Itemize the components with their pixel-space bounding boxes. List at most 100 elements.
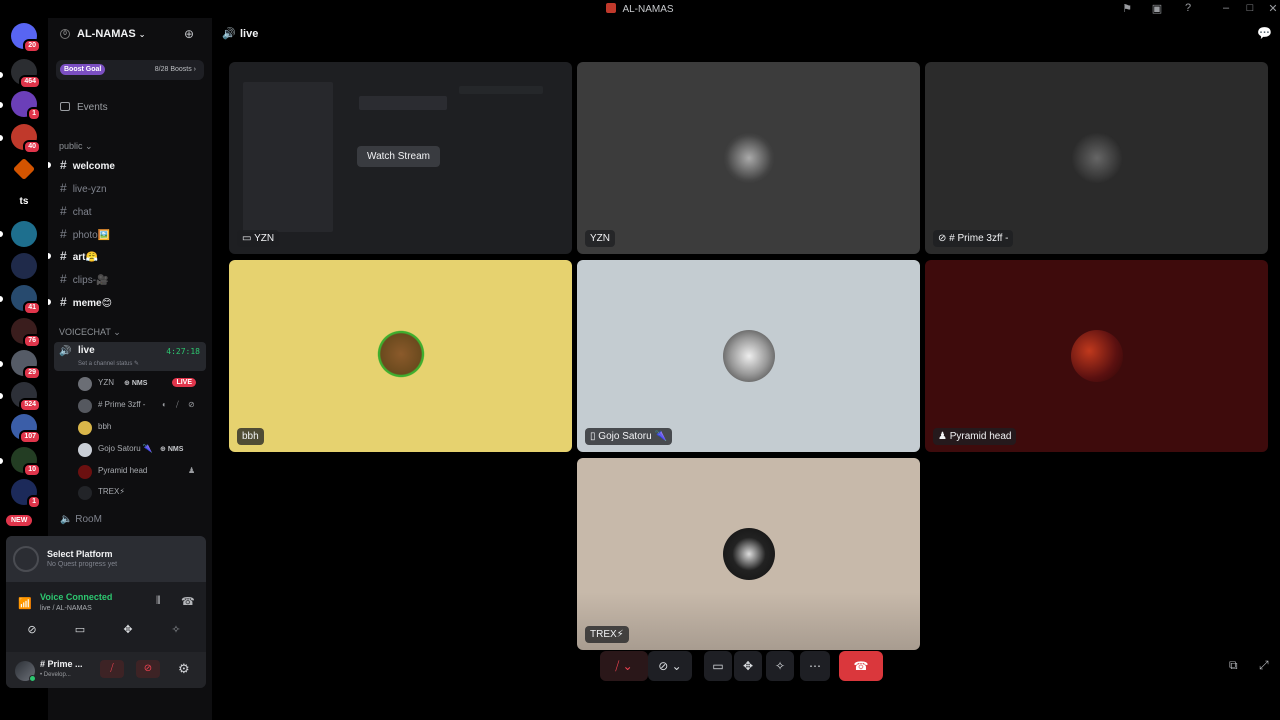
stream-preview-bar bbox=[359, 96, 447, 110]
speaker-icon: 🔈 bbox=[60, 514, 73, 525]
unread-pill bbox=[0, 135, 3, 141]
video-tile[interactable]: bbh bbox=[229, 260, 572, 452]
deafen-button[interactable]: ⊘ bbox=[136, 660, 160, 678]
server-icon[interactable]: 76 bbox=[11, 318, 41, 348]
avatar bbox=[723, 132, 775, 184]
fullscreen-icon[interactable]: ⤢ bbox=[1259, 658, 1269, 673]
unread-pill bbox=[48, 162, 51, 168]
quest-card[interactable]: Select Platform No Quest progress yet bbox=[6, 536, 206, 582]
voice-user[interactable]: bbh bbox=[78, 420, 204, 436]
soundboard-button[interactable]: ✧ bbox=[766, 651, 794, 681]
server-icon[interactable]: 29 bbox=[11, 350, 41, 380]
server-icon-ts[interactable]: ts bbox=[11, 188, 37, 214]
voice-user[interactable]: # Prime 3zff - ◐ ⧸ ⊘ bbox=[78, 398, 204, 414]
server-header[interactable]: 0 AL-NAMAS ⌄ ⊕ bbox=[48, 18, 212, 52]
server-icon[interactable]: 464 bbox=[11, 59, 41, 89]
voice-channel-room[interactable]: 🔈 RooM bbox=[60, 514, 102, 525]
camera-toggle-button[interactable]: ⊘ ⌄ bbox=[648, 651, 692, 681]
category-voicechat[interactable]: VOICECHAT ⌄ bbox=[59, 327, 121, 338]
voice-status-subtitle[interactable]: live / AL-NAMAS bbox=[40, 605, 92, 612]
minimize-icon[interactable]: – bbox=[1219, 2, 1233, 14]
stream-tile[interactable]: Watch Stream ▭ YZN bbox=[229, 62, 572, 254]
voice-channel-name: live bbox=[78, 345, 95, 356]
noise-suppression-icon[interactable]: ⫴ bbox=[156, 595, 161, 608]
playstation-icon: ♟ bbox=[188, 466, 196, 475]
gear-icon[interactable]: ⚙ bbox=[178, 661, 190, 677]
online-status-dot bbox=[29, 675, 36, 682]
home-dm-button[interactable]: 20 bbox=[11, 23, 41, 53]
unread-pill bbox=[0, 458, 3, 464]
more-options-button[interactable]: ⋯ bbox=[800, 651, 830, 681]
video-tile[interactable]: ♟ Pyramid head bbox=[925, 260, 1268, 452]
activities-button[interactable]: ✥ bbox=[734, 651, 762, 681]
channel-live-yzn[interactable]: # live-yzn bbox=[60, 181, 107, 195]
channel-art[interactable]: # art😤 bbox=[60, 249, 98, 263]
close-icon[interactable]: ✕ bbox=[1266, 2, 1280, 15]
server-icon[interactable]: 524 bbox=[11, 382, 41, 412]
disconnect-icon[interactable]: ☎ bbox=[181, 595, 195, 608]
server-icon[interactable] bbox=[11, 253, 37, 279]
channel-status-input[interactable]: Set a channel status ✎ bbox=[78, 360, 139, 367]
new-badge[interactable]: NEW bbox=[6, 515, 33, 526]
server-status-icon: 0 bbox=[60, 29, 70, 39]
unread-pill bbox=[48, 299, 51, 305]
video-tile[interactable]: YZN bbox=[577, 62, 920, 254]
invite-people-icon[interactable]: ⊕ bbox=[184, 27, 194, 41]
guild-badge: 10 bbox=[23, 463, 41, 477]
maximize-icon[interactable]: □ bbox=[1243, 2, 1257, 14]
video-tile[interactable]: TREX⚡ bbox=[577, 458, 920, 650]
camera-off-icon: ⊘ bbox=[188, 400, 195, 409]
unread-pill bbox=[48, 253, 51, 259]
hash-icon: # bbox=[60, 158, 67, 172]
voice-user-name: Gojo Satoru 🌂 bbox=[98, 444, 153, 453]
share-screen-button[interactable]: ▭ bbox=[60, 621, 100, 639]
video-tile[interactable]: ▯ Gojo Satoru 🌂 bbox=[577, 260, 920, 452]
popout-icon[interactable]: ⧉ bbox=[1229, 658, 1238, 673]
tile-name-tag: bbh bbox=[237, 428, 264, 445]
voice-user[interactable]: Gojo Satoru 🌂 ⊕ NMS bbox=[78, 442, 204, 458]
window-title: AL-NAMAS bbox=[0, 3, 1280, 15]
guild-badge: 524 bbox=[19, 398, 41, 412]
channel-photo[interactable]: # photo🖼️ bbox=[60, 227, 110, 241]
inbox-flag-icon[interactable]: ⚑ bbox=[1120, 2, 1134, 15]
channel-meme[interactable]: # meme😊 bbox=[60, 295, 112, 309]
server-icon[interactable]: 41 bbox=[11, 285, 41, 315]
mute-button[interactable]: ⧸ bbox=[100, 660, 124, 678]
camera-toggle-button[interactable]: ⊘ bbox=[12, 621, 52, 639]
server-icon[interactable] bbox=[11, 221, 37, 247]
server-icon[interactable]: 10 bbox=[11, 447, 41, 477]
share-screen-button[interactable]: ▭ bbox=[704, 651, 732, 681]
tile-name-tag: ⊘ # Prime 3zff - bbox=[933, 230, 1014, 247]
category-public[interactable]: public ⌄ bbox=[59, 141, 93, 152]
server-icon[interactable]: 1 bbox=[11, 91, 41, 121]
server-icon[interactable]: 107 bbox=[11, 414, 41, 444]
mute-mic-button[interactable]: ⧸ ⌄ bbox=[600, 651, 648, 681]
soundboard-button[interactable]: ✧ bbox=[156, 621, 196, 639]
channel-clips[interactable]: # clips-🎥 bbox=[60, 272, 108, 286]
chat-bubble-icon[interactable]: 💬 bbox=[1257, 26, 1272, 40]
channel-chat[interactable]: # chat bbox=[60, 204, 92, 218]
username: # Prime ... bbox=[40, 659, 83, 669]
avatar bbox=[78, 421, 92, 435]
server-icon[interactable]: 1 bbox=[11, 479, 41, 509]
inbox-icon[interactable]: ▣ bbox=[1150, 2, 1164, 15]
events-link[interactable]: Events bbox=[60, 102, 108, 113]
boost-goal-bar[interactable]: Boost Goal 8/28 Boosts › bbox=[56, 60, 204, 80]
hash-icon: # bbox=[60, 227, 67, 241]
help-icon[interactable]: ? bbox=[1181, 2, 1195, 14]
connection-signal-icon[interactable]: 📶 bbox=[18, 597, 32, 610]
end-call-button[interactable]: ☎ bbox=[839, 651, 883, 681]
voice-user[interactable]: YZN ⊕ NMS LIVE bbox=[78, 376, 204, 392]
activity-icon: ◐ bbox=[162, 400, 167, 409]
server-icon[interactable]: 40 bbox=[11, 124, 41, 154]
activities-button[interactable]: ✥ bbox=[108, 621, 148, 639]
watch-stream-button[interactable]: Watch Stream bbox=[357, 146, 440, 167]
hash-icon: # bbox=[60, 249, 67, 263]
voice-channel-live[interactable]: 🔊 live 4:27:18 Set a channel status ✎ bbox=[54, 342, 206, 371]
voice-user[interactable]: TREX⚡ bbox=[78, 485, 204, 501]
guild-badge: 20 bbox=[23, 39, 41, 53]
voice-user[interactable]: Pyramid head ♟ bbox=[78, 464, 204, 480]
server-icon[interactable] bbox=[12, 157, 36, 181]
channel-welcome[interactable]: # welcome bbox=[60, 158, 115, 172]
video-tile[interactable]: ⊘ # Prime 3zff - bbox=[925, 62, 1268, 254]
